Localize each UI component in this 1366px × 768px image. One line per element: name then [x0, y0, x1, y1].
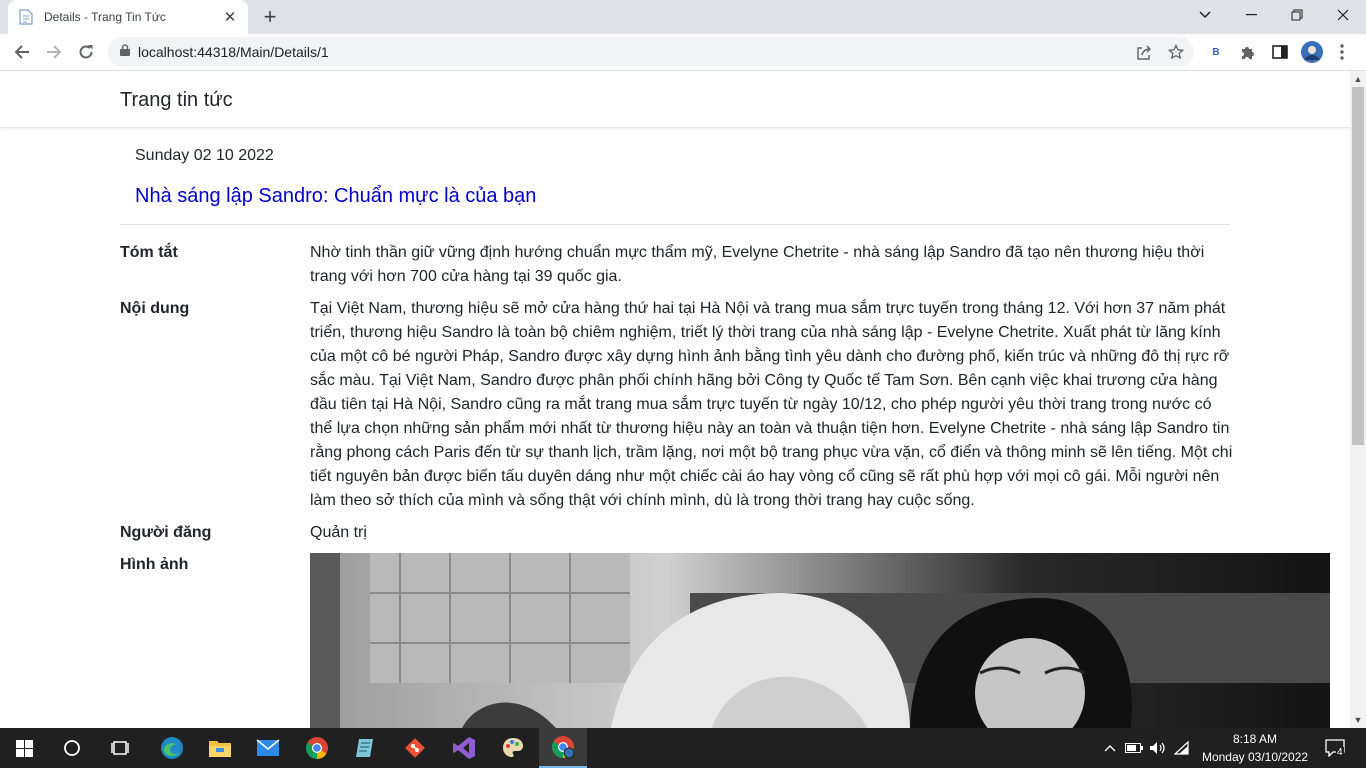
- wifi-icon[interactable]: [1172, 728, 1192, 768]
- share-icon[interactable]: [1131, 39, 1157, 65]
- url-text: localhost:44318/Main/Details/1: [138, 44, 329, 60]
- article-photo: [310, 553, 1330, 728]
- git-app-icon[interactable]: [391, 728, 439, 768]
- page-scrollbar[interactable]: ▲ ▼: [1350, 71, 1366, 728]
- side-panel-icon[interactable]: [1267, 39, 1293, 65]
- more-menu-icon[interactable]: [1329, 39, 1355, 65]
- reload-button[interactable]: [72, 38, 100, 66]
- close-window-button[interactable]: [1320, 0, 1366, 30]
- extensions-puzzle-icon[interactable]: [1235, 39, 1261, 65]
- start-windows-icon[interactable]: [0, 728, 48, 768]
- site-brand-link[interactable]: Trang tin tức: [120, 89, 233, 112]
- battery-icon[interactable]: [1124, 728, 1144, 768]
- forward-button[interactable]: [40, 38, 68, 66]
- volume-icon[interactable]: [1148, 728, 1168, 768]
- windows-taskbar: 8:18 AM Monday 03/10/2022 4: [0, 728, 1366, 768]
- lock-icon[interactable]: [120, 43, 130, 61]
- notification-center-icon[interactable]: 4: [1320, 728, 1350, 768]
- image-label: Hình ảnh: [120, 556, 189, 573]
- back-button[interactable]: [8, 38, 36, 66]
- clock-time: 8:18 AM: [1232, 732, 1278, 746]
- content-label: Nội dung: [120, 300, 190, 317]
- bookmark-star-icon[interactable]: [1163, 39, 1189, 65]
- task-view-icon[interactable]: [96, 728, 144, 768]
- new-tab-button[interactable]: +: [258, 5, 282, 29]
- extension-b-icon[interactable]: B: [1203, 39, 1229, 65]
- author-value: Quản trị: [310, 524, 367, 541]
- taskbar-clock[interactable]: 8:18 AM Monday 03/10/2022: [1196, 730, 1314, 766]
- address-bar[interactable]: localhost:44318/Main/Details/1: [108, 37, 1194, 67]
- chrome-icon[interactable]: [293, 728, 341, 768]
- article-date: Sunday 02 10 2022: [135, 147, 274, 164]
- scroll-up-icon[interactable]: ▲: [1350, 71, 1366, 87]
- edge-browser-icon[interactable]: [148, 728, 196, 768]
- author-label: Người đăng: [120, 524, 212, 541]
- page-viewport: Trang tin tức Sunday 02 10 2022 Nhà sáng…: [0, 71, 1350, 728]
- browser-toolbar: localhost:44318/Main/Details/1 B: [0, 34, 1366, 71]
- tab-search-icon[interactable]: [1182, 0, 1228, 30]
- summary-label: Tóm tắt: [120, 244, 178, 261]
- content-text: Tại Việt Nam, thương hiệu sẽ mở cửa hàng…: [310, 300, 1233, 509]
- scrollbar-thumb[interactable]: [1352, 87, 1364, 445]
- restore-button[interactable]: [1274, 0, 1320, 30]
- profile-avatar-icon[interactable]: [1299, 39, 1325, 65]
- notepad-app-icon[interactable]: [341, 728, 389, 768]
- article-title: Nhà sáng lập Sandro: Chuẩn mực là của bạ…: [135, 185, 537, 207]
- visual-studio-icon[interactable]: [440, 728, 488, 768]
- notification-count-badge: 4: [1336, 747, 1344, 758]
- paint-app-icon[interactable]: [489, 728, 537, 768]
- file-explorer-icon[interactable]: [196, 728, 244, 768]
- close-tab-icon[interactable]: ✕: [222, 9, 238, 26]
- clock-date: Monday 03/10/2022: [1201, 750, 1309, 764]
- divider: [120, 224, 1230, 225]
- page-icon: [18, 9, 34, 25]
- mail-icon[interactable]: [244, 728, 292, 768]
- scroll-down-icon[interactable]: ▼: [1350, 712, 1366, 728]
- site-navbar: Trang tin tức: [0, 71, 1350, 128]
- tray-chevron-up-icon[interactable]: [1100, 728, 1120, 768]
- summary-text: Nhờ tinh thần giữ vững định hướng chuẩn …: [310, 244, 1205, 285]
- minimize-button[interactable]: [1228, 0, 1274, 30]
- tab-strip: Details - Trang Tin Tức ✕ +: [0, 0, 1366, 34]
- search-circle-icon[interactable]: [48, 728, 96, 768]
- chrome-active-icon[interactable]: [539, 728, 587, 768]
- tab-title: Details - Trang Tin Tức: [44, 10, 166, 24]
- browser-tab[interactable]: Details - Trang Tin Tức ✕: [8, 0, 248, 34]
